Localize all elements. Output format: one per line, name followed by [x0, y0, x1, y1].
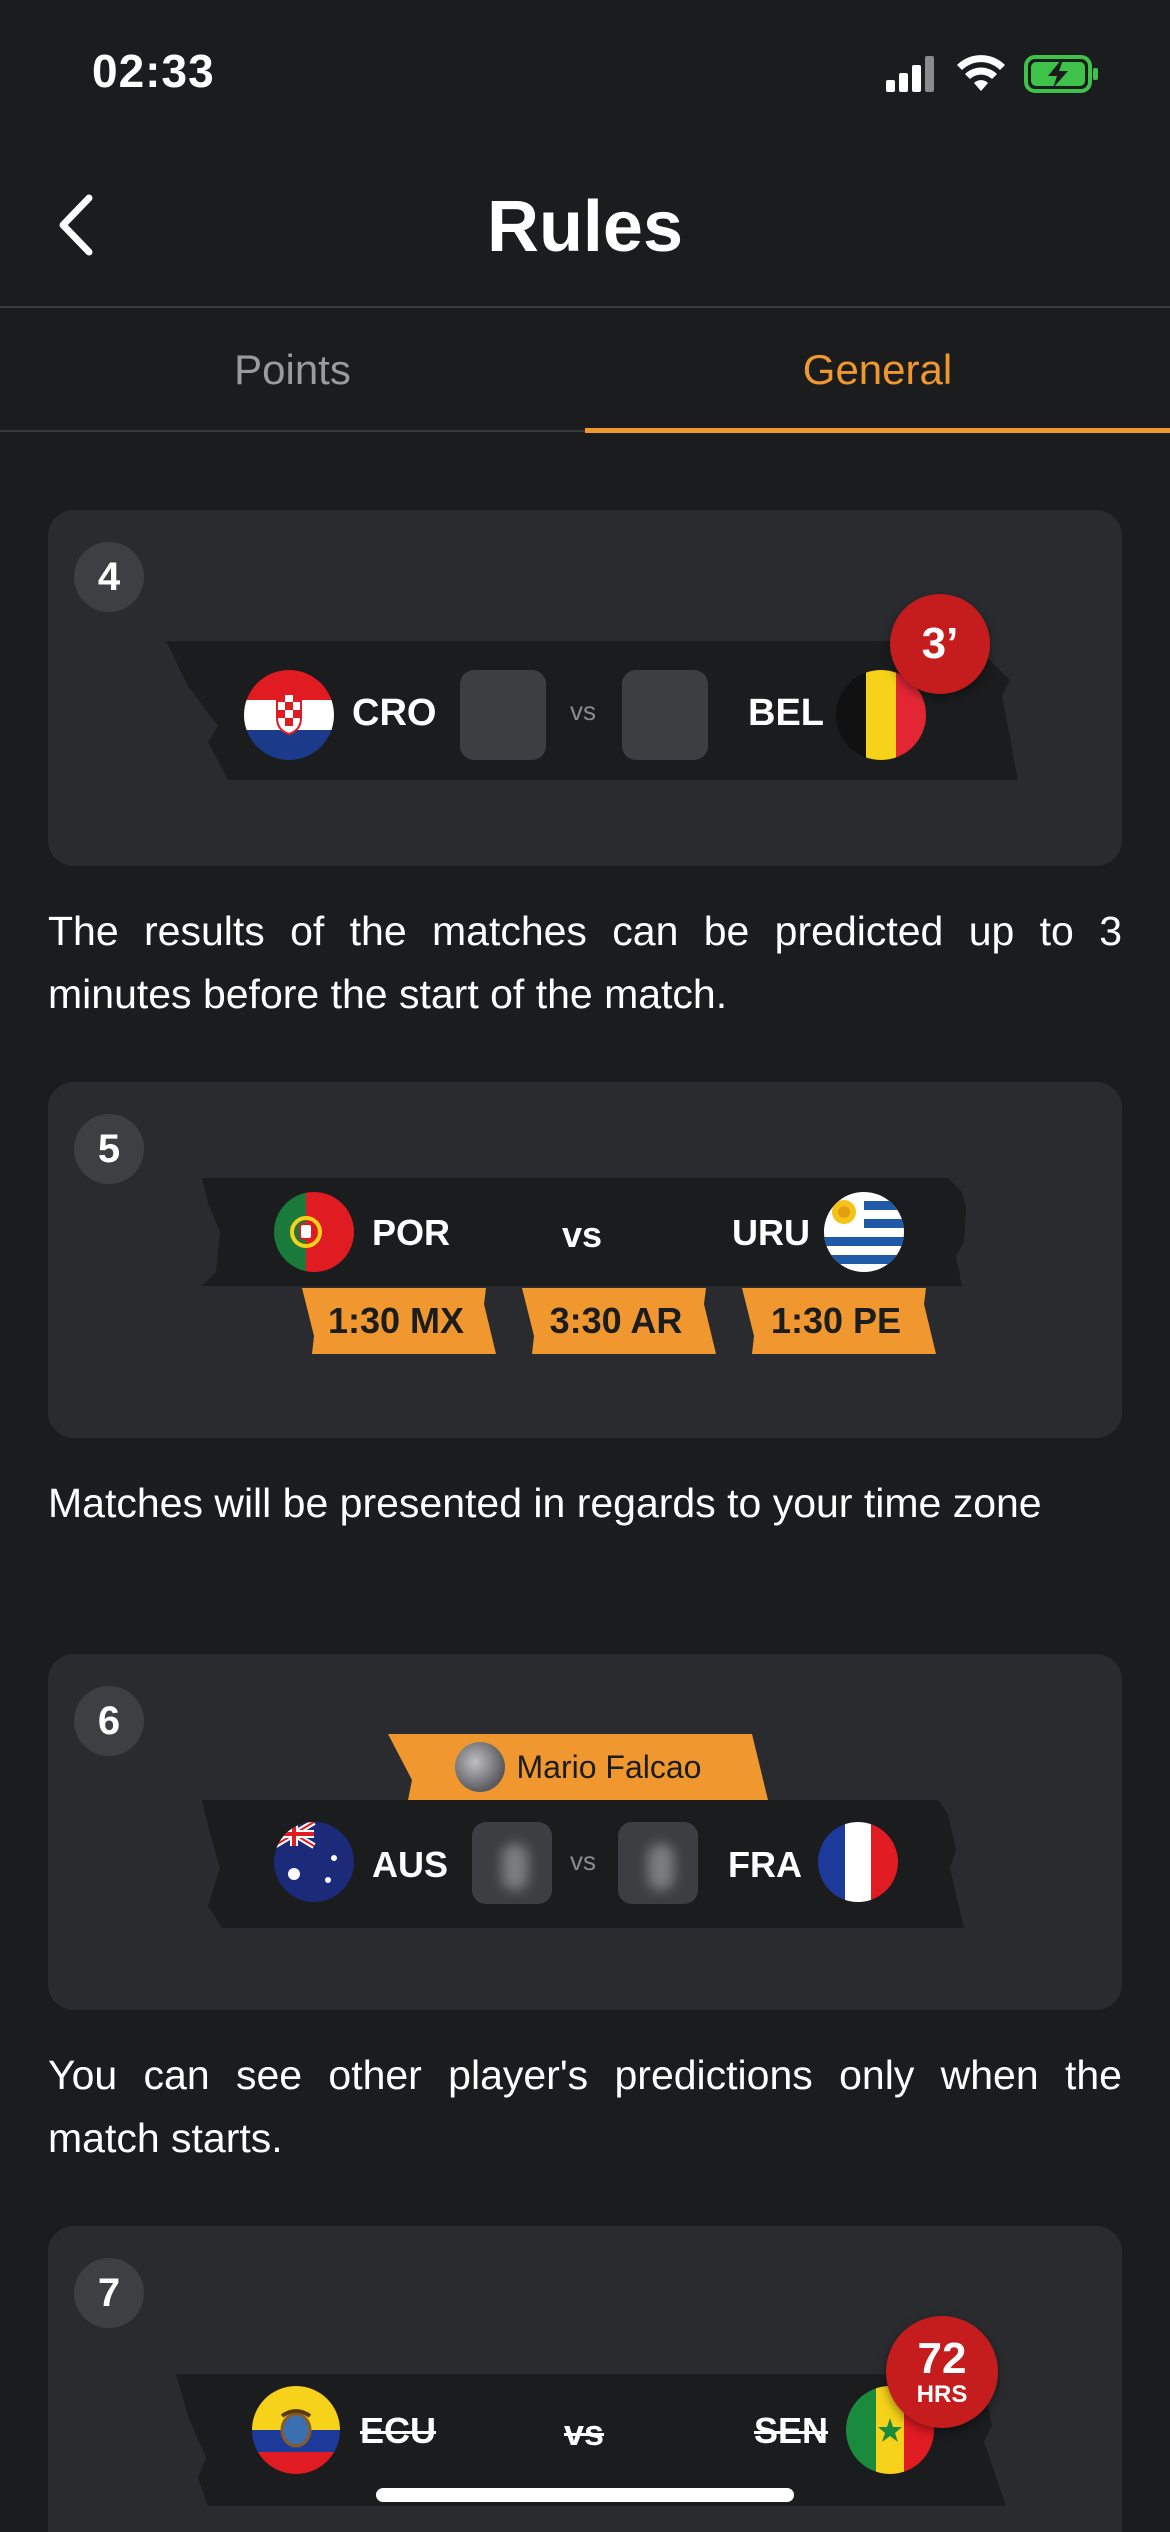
vs-label: vs: [564, 2412, 605, 2453]
rule-number: 4: [74, 542, 144, 612]
match-banner: [202, 1800, 964, 1928]
player-avatar: [454, 1742, 505, 1792]
france-flag-icon: [818, 1822, 898, 1902]
home-score-hidden: [472, 1822, 552, 1904]
vs-label: vs: [570, 1846, 596, 1876]
rule-card-6: 6 Mario Falcao AUS vs FRA: [48, 1654, 1122, 2010]
player-name-tag: Mario Falcao: [388, 1734, 768, 1800]
page-title: Rules: [486, 187, 684, 267]
vs-label: vs: [570, 696, 596, 726]
tab-points[interactable]: Points: [0, 310, 585, 430]
away-team-code: FRA: [728, 1844, 802, 1885]
rule-number: 5: [74, 1114, 144, 1184]
signal-icon: [886, 56, 934, 92]
uruguay-flag-icon: [824, 1192, 904, 1272]
vs-label: vs: [562, 1214, 603, 1255]
rule-card-7: 7 ECU vs SEN 72 HRS: [48, 2226, 1122, 2532]
australia-flag-icon: [274, 1822, 354, 1902]
header: Rules: [0, 150, 1170, 308]
portugal-flag-icon: [274, 1192, 354, 1272]
rule-description: Matches will be presented in regards to …: [48, 1480, 1042, 1526]
wifi-icon: [957, 55, 1005, 91]
away-team-code: URU: [732, 1212, 810, 1253]
away-team-code: SEN: [754, 2410, 829, 2451]
away-team-code: BEL: [748, 692, 824, 734]
home-indicator: [376, 2488, 794, 2502]
croatia-flag-icon: [244, 670, 334, 760]
tab-bar: Points General: [0, 310, 1170, 433]
timezone-tag-mx: 1:30 MX: [296, 1288, 496, 1354]
hours-badge: 72 HRS: [886, 2316, 998, 2428]
match-banner: [202, 1178, 966, 1286]
status-time: 02:33: [92, 45, 215, 97]
status-bar: 02:33: [0, 0, 1170, 150]
rule-description: The results of the matches can be predic…: [48, 908, 1122, 1017]
rule-number: 6: [74, 1686, 144, 1756]
battery-charging-icon: [1024, 55, 1098, 93]
countdown-badge: 3’: [890, 594, 990, 694]
home-team-code: ECU: [360, 2410, 437, 2451]
timezone-tag-ar: 3:30 AR: [516, 1288, 716, 1354]
home-team-code: CRO: [352, 692, 437, 734]
home-team-code: AUS: [372, 1844, 449, 1885]
rule-card-4: 4 CRO vs BEL 3’: [48, 510, 1122, 866]
tab-general[interactable]: General: [585, 310, 1170, 433]
home-score-input[interactable]: [460, 670, 546, 760]
rules-list: 4 CRO vs BEL 3’ The results of the match…: [48, 510, 1122, 2532]
status-icons: [886, 52, 1100, 96]
timezone-tag-pe: 1:30 PE: [736, 1288, 936, 1354]
rule-description: You can see other player's predictions o…: [48, 2052, 1122, 2161]
away-score-hidden: [618, 1822, 698, 1904]
away-score-input[interactable]: [622, 670, 708, 760]
rule-number: 7: [74, 2258, 144, 2328]
ecuador-flag-icon: [252, 2386, 340, 2474]
home-team-code: POR: [372, 1212, 451, 1253]
rule-card-5: 5 POR vs URU 1:30 MX 3:30 AR 1:30 PE: [48, 1082, 1122, 1438]
